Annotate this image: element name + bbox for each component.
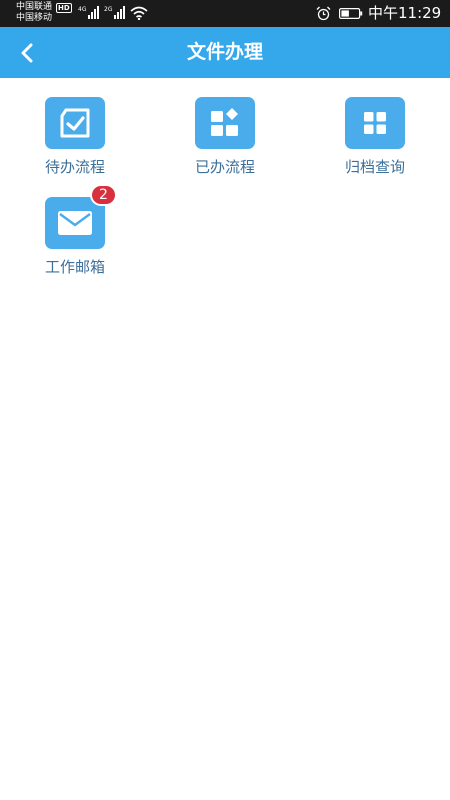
carrier-1-label: 中国联通	[16, 2, 53, 12]
alarm-icon	[316, 6, 331, 21]
signal-4g-icon: 4G	[78, 6, 100, 19]
unread-badge: 2	[90, 184, 117, 206]
wifi-icon	[130, 6, 148, 20]
checkbox-document-icon	[60, 108, 90, 138]
status-clock: 中午11:29	[368, 4, 442, 22]
carrier-info: 中国联通 HD 中国移动	[16, 2, 72, 24]
network-2-label: 2G	[104, 6, 113, 13]
tile-pending-process[interactable]: 待办流程	[10, 97, 140, 197]
carrier-2-label: 中国移动	[16, 13, 53, 23]
signal-2g-icon: 2G	[104, 6, 126, 19]
tile-icon-box	[345, 97, 405, 149]
tile-icon-box: 2	[45, 184, 117, 249]
status-bar: 中国联通 HD 中国移动 4G 2G 中午11:29	[0, 0, 450, 27]
tile-label: 归档查询	[344, 158, 405, 176]
tile-work-mailbox[interactable]: 2 工作邮箱	[10, 184, 140, 297]
tile-icon-box	[45, 97, 105, 149]
tile-icon-box	[195, 97, 255, 149]
tile-label: 工作邮箱	[44, 258, 105, 276]
back-button[interactable]	[12, 39, 42, 67]
network-1-label: 4G	[78, 6, 87, 13]
battery-icon	[339, 8, 363, 19]
grid-diamond-icon	[211, 108, 238, 136]
hd-badge: HD	[56, 2, 72, 13]
four-squares-icon	[364, 112, 386, 134]
app-header: 文件办理	[0, 27, 450, 78]
tile-archive-query[interactable]: 归档查询	[310, 97, 440, 197]
chevron-left-icon	[21, 43, 33, 63]
tile-done-process[interactable]: 已办流程	[160, 97, 290, 197]
tile-label: 待办流程	[44, 158, 105, 176]
page-title: 文件办理	[186, 41, 263, 63]
tile-label: 已办流程	[194, 158, 255, 176]
envelope-icon	[58, 211, 92, 235]
